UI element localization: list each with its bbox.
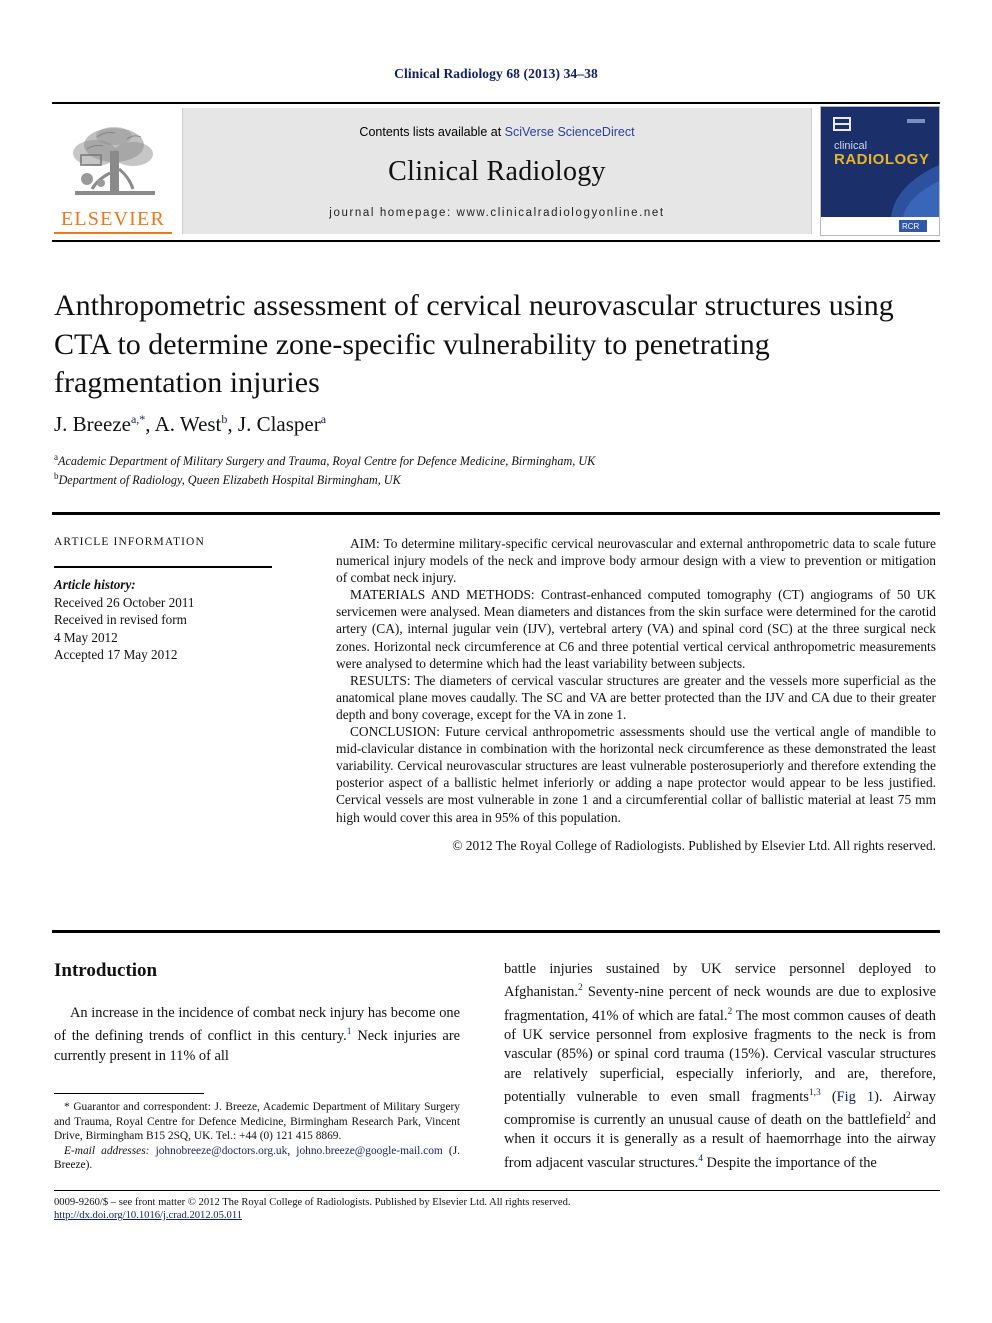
correspondence-note: * Guarantor and correspondent: J. Breeze…: [54, 1101, 460, 1142]
affiliation-b: bDepartment of Radiology, Queen Elizabet…: [54, 469, 934, 488]
article-page: Clinical Radiology 68 (2013) 34–38 ELSEV…: [0, 0, 992, 1323]
intro-text-f: Despite the importance of the: [702, 1154, 877, 1171]
article-history-item-1: Received 26 October 2011: [54, 594, 195, 610]
article-history-label: Article history:: [54, 577, 136, 592]
footnote-rule: [54, 1093, 204, 1094]
author-mark-1: a,*: [130, 412, 146, 426]
journal-band: Contents lists available at SciVerse Sci…: [182, 108, 812, 234]
article-history-item-4: Accepted 17 May 2012: [54, 647, 178, 663]
masthead-top-rule: [52, 102, 940, 104]
figure-ref-open: (: [820, 1088, 837, 1105]
svg-text:RADIOLOGY: RADIOLOGY: [834, 151, 929, 168]
intro-paragraph-left: An increase in the incidence of combat n…: [54, 1004, 460, 1066]
abstract-aim: AIM: To determine military-specific cerv…: [336, 536, 936, 586]
journal-homepage[interactable]: journal homepage: www.clinicalradiologyo…: [183, 207, 811, 219]
affiliation-text-b: Department of Radiology, Queen Elizabeth…: [58, 473, 401, 488]
journal-title: Clinical Radiology: [388, 156, 606, 187]
abstract-bottom-rule: [52, 930, 940, 933]
journal-cover-art: clinical RADIOLOGY RCR: [821, 107, 939, 235]
email-note: E-mail addresses: johnobreeze@doctors.or…: [54, 1144, 460, 1173]
sciencedirect-link[interactable]: SciVerse ScienceDirect: [505, 125, 635, 139]
author-name-1[interactable]: J. Breeze: [54, 412, 131, 436]
email-link-2[interactable]: johno.breeze@google-mail.com: [296, 1145, 443, 1157]
body-column-right: battle injuries sustained by UK service …: [504, 960, 936, 1173]
author-mark-3: a: [320, 412, 327, 426]
running-head: Clinical Radiology 68 (2013) 34–38: [394, 66, 598, 81]
article-information-heading: ARTICLE INFORMATION: [54, 536, 205, 548]
author-list: J. Breezea,*, A. Westb, J. Claspera: [54, 412, 327, 436]
doi-link[interactable]: http://dx.doi.org/10.1016/j.crad.2012.05…: [54, 1210, 242, 1221]
elsevier-logo[interactable]: ELSEVIER: [52, 108, 174, 234]
abstract-results: RESULTS: The diameters of cervical vascu…: [336, 672, 936, 722]
abstract-top-rule: [52, 512, 940, 515]
elsevier-tree-icon: [73, 127, 155, 195]
page-title: Anthropometric assessment of cervical ne…: [54, 289, 894, 399]
introduction-heading: Introduction: [54, 960, 158, 981]
reference-marker-4[interactable]: 1,3: [809, 1088, 821, 1098]
contents-list-line: Contents lists available at SciVerse Sci…: [183, 125, 811, 139]
email-separator: ,: [287, 1144, 297, 1157]
article-history-item-2: Received in revised form: [54, 612, 187, 628]
footnote-block: * Guarantor and correspondent: J. Breeze…: [54, 1100, 460, 1173]
contents-prefix: Contents lists available at: [359, 125, 505, 139]
abstract: AIM: To determine military-specific cerv…: [336, 535, 936, 854]
front-matter-line: 0009-9260/$ – see front matter © 2012 Th…: [54, 1197, 571, 1208]
email-label: E-mail addresses:: [64, 1144, 150, 1157]
affiliation-text-a: Academic Department of Military Surgery …: [58, 454, 596, 469]
affiliation-a: aAcademic Department of Military Surgery…: [54, 450, 934, 469]
author-mark-2: b: [221, 412, 228, 426]
journal-cover-thumbnail[interactable]: clinical RADIOLOGY RCR: [820, 106, 940, 236]
body-column-left: Introduction An increase in the incidenc…: [54, 960, 460, 1066]
elsevier-underline: [54, 232, 172, 234]
bottom-rule: [54, 1190, 940, 1191]
article-information-rule: [54, 566, 272, 568]
abstract-conclusion: CONCLUSION: Future cervical anthropometr…: [336, 724, 936, 825]
figure-1-link[interactable]: Fig 1: [837, 1089, 875, 1105]
elsevier-wordmark: ELSEVIER: [60, 208, 166, 230]
abstract-copyright: © 2012 The Royal College of Radiologists…: [452, 837, 936, 853]
svg-text:RCR: RCR: [902, 222, 920, 231]
article-history-item-3: 4 May 2012: [54, 629, 118, 645]
abstract-materials-methods: MATERIALS AND METHODS: Contrast-enhanced…: [336, 587, 936, 671]
email-link-1[interactable]: johnobreeze@doctors.org.uk: [156, 1145, 288, 1157]
journal-masthead: ELSEVIER Contents lists available at Sci…: [52, 106, 940, 236]
article-history: Article history: Received 26 October 201…: [54, 576, 284, 664]
masthead-bottom-rule: [52, 240, 940, 242]
intro-paragraph-right: battle injuries sustained by UK service …: [504, 960, 936, 1173]
author-name-3[interactable]: J. Clasper: [238, 412, 321, 436]
affiliation-list: aAcademic Department of Military Surgery…: [54, 450, 934, 488]
author-name-2[interactable]: A. West: [155, 412, 222, 436]
